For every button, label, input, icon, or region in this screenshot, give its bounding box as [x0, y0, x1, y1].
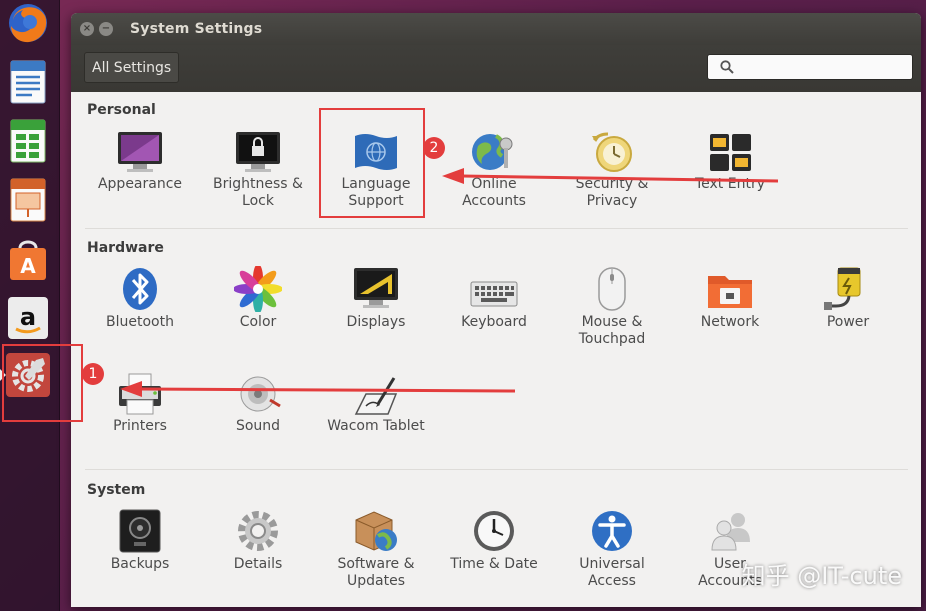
annotation-overlay: [120, 168, 779, 397]
arrow-to-printers: [120, 381, 516, 397]
step-badge-2: 2: [423, 137, 445, 159]
watermark: 知乎 @IT-cute: [741, 562, 902, 590]
highlight-box-language-support: [319, 108, 425, 218]
highlight-box-system-settings: [2, 344, 83, 422]
step-badge-1: 1: [82, 363, 104, 385]
arrow-to-language-support: [442, 168, 779, 184]
